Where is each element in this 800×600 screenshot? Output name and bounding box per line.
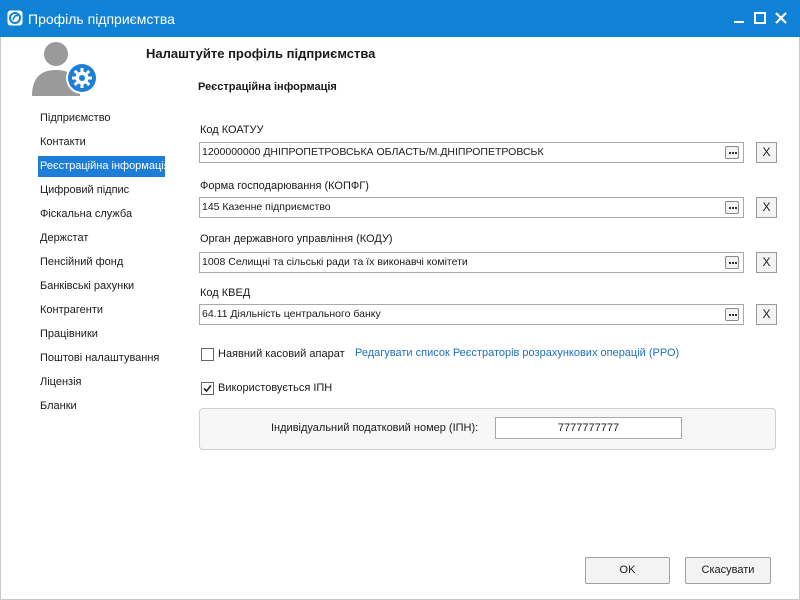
cash-register-label[interactable]: Наявний касовий апарат [218,348,345,360]
ipn-input[interactable]: 7777777777 [495,417,682,439]
koatuu-field[interactable]: 1200000000 ДНІПРОПЕТРОВСЬКА ОБЛАСТЬ/М.ДН… [199,142,744,163]
app-logo-icon [7,10,23,26]
kopfg-label: Форма господарювання (КОПФГ) [200,180,369,192]
kopfg-picker-button[interactable] [725,201,739,214]
kopfg-field[interactable]: 145 Казенне підприємство [199,197,744,218]
kved-clear-button[interactable]: X [756,304,777,325]
kodu-field[interactable]: 1008 Селищні та сільські ради та їх вико… [199,252,744,273]
kved-value: 64.11 Діяльність центрального банку [202,308,381,320]
koatuu-clear-button[interactable]: X [756,142,777,163]
sidebar-item-counterparties[interactable]: Контрагенти [38,300,166,321]
use-ipn-checkbox[interactable] [201,382,214,395]
section-title: Реєстраційна інформація [198,81,337,93]
kodu-picker-button[interactable] [725,256,739,269]
cancel-button[interactable]: Скасувати [685,557,771,584]
sidebar-item-license[interactable]: Ліцензія [38,372,166,393]
kved-picker-button[interactable] [725,308,739,321]
sidebar-item-mail-settings[interactable]: Поштові налаштування [38,348,166,369]
maximize-button[interactable] [751,9,769,27]
ok-button[interactable]: OK [585,557,670,584]
sidebar-item-enterprise[interactable]: Підприємство [38,108,166,129]
ipn-label: Індивідуальний податковий номер (ІПН): [271,422,479,434]
kodu-value: 1008 Селищні та сільські ради та їх вико… [202,256,468,268]
minimize-icon [734,21,744,23]
sidebar-item-digital-signature[interactable]: Цифровий підпис [38,180,166,201]
page-title: Налаштуйте профіль підприємства [146,46,376,61]
sidebar-item-employees[interactable]: Працівники [38,324,166,345]
sidebar-item-derzhstat[interactable]: Держстат [38,228,166,249]
sidebar-item-registration-info[interactable]: Реєстраційна інформація [38,156,170,177]
edit-rro-list-link[interactable]: Редагувати список Реєстраторів розрахунк… [355,347,679,359]
sidebar-item-pension-fund[interactable]: Пенсійний фонд [38,252,166,273]
window-title: Профіль підприємства [28,11,175,27]
sidebar-item-contacts[interactable]: Контакти [38,132,166,153]
minimize-button[interactable] [730,9,748,27]
kopfg-clear-button[interactable]: X [756,197,777,218]
ellipsis-icon [729,314,731,316]
koatuu-label: Код КОАТУУ [200,124,264,136]
title-bar[interactable]: Профіль підприємства [0,0,800,37]
sidebar-item-bank-accounts[interactable]: Банківські рахунки [38,276,166,297]
kved-field[interactable]: 64.11 Діяльність центрального банку [199,304,744,325]
ellipsis-icon [729,152,731,154]
kved-label: Код КВЕД [200,287,251,299]
ellipsis-icon [729,207,731,209]
koatuu-picker-button[interactable] [725,146,739,159]
kodu-label: Орган державного управління (КОДУ) [200,233,393,245]
sidebar-item-fiscal-service[interactable]: Фіскальна служба [38,204,166,225]
use-ipn-label[interactable]: Використовується ІПН [218,382,332,394]
ellipsis-icon [729,262,731,264]
koatuu-value: 1200000000 ДНІПРОПЕТРОВСЬКА ОБЛАСТЬ/М.ДН… [202,146,544,158]
kodu-clear-button[interactable]: X [756,252,777,273]
kopfg-value: 145 Казенне підприємство [202,201,331,213]
checkmark-icon [203,384,212,393]
sidebar-item-forms[interactable]: Бланки [38,396,166,417]
user-settings-icon [30,40,100,98]
close-window-button[interactable] [772,9,790,27]
cash-register-checkbox[interactable] [201,348,214,361]
close-icon [775,12,787,24]
maximize-icon [754,12,766,24]
